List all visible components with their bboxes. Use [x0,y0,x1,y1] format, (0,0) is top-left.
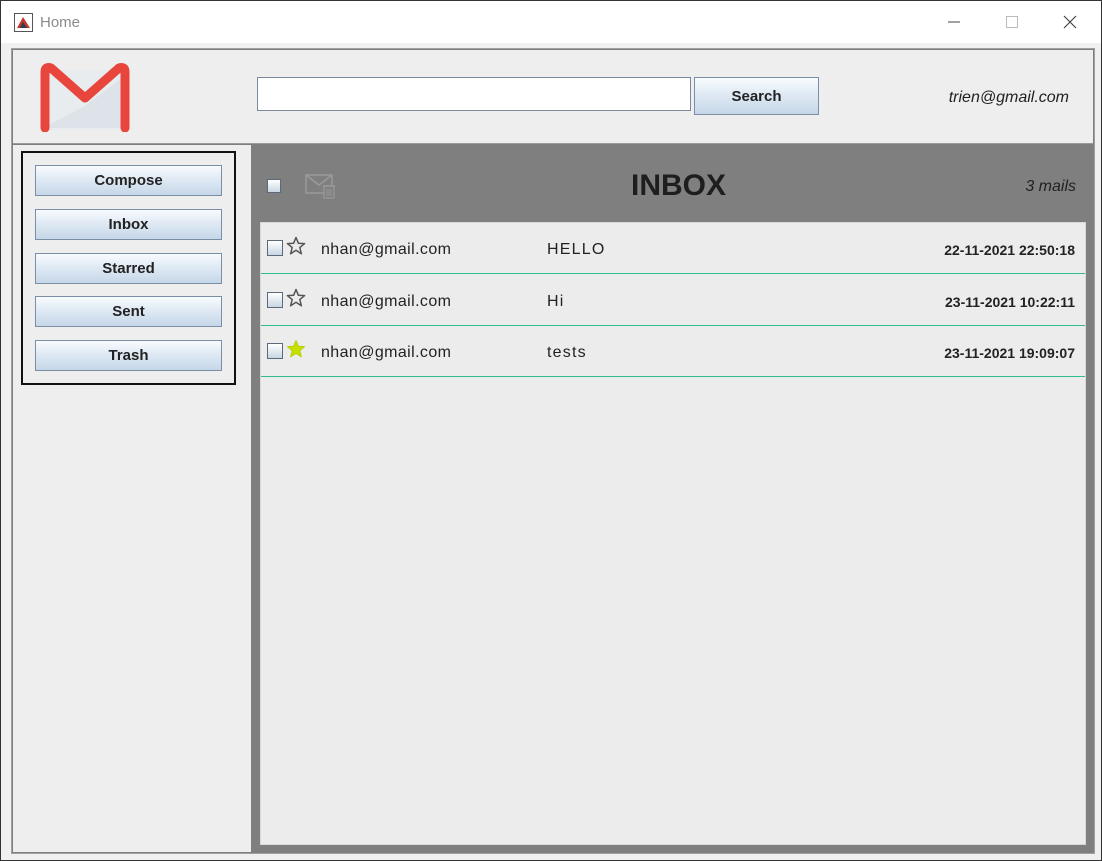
email-date: 22-11-2021 22:50:18 [944,242,1075,258]
star-outline-icon[interactable] [286,288,306,308]
inbox-panel: INBOX 3 mails nhan@gmail.com HELLO 22-11… [258,145,1094,852]
trash-button[interactable]: Trash [35,340,222,371]
star-outline-icon[interactable] [286,236,306,256]
email-subject: Hi [547,292,565,310]
starred-button[interactable]: Starred [35,253,222,284]
search-input[interactable] [257,77,691,111]
email-checkbox[interactable] [267,343,283,359]
email-row[interactable]: nhan@gmail.com tests 23-11-2021 19:09:07 [261,326,1085,377]
email-row[interactable]: nhan@gmail.com Hi 23-11-2021 10:22:11 [261,275,1085,326]
email-subject: HELLO [547,241,606,258]
inbox-header: INBOX 3 mails [258,145,1094,222]
email-checkbox[interactable] [267,291,283,308]
email-sender: nhan@gmail.com [321,292,452,310]
mail-count: 3 mails [1025,178,1076,195]
title-bar: Home [1,1,1101,43]
compose-button[interactable]: Compose [35,165,222,196]
app-header: Search trien@gmail.com [13,50,1093,144]
minimize-icon [948,21,960,23]
email-sender: nhan@gmail.com [321,344,452,361]
window-title: Home [40,14,81,31]
star-filled-icon[interactable] [286,339,306,359]
search-button[interactable]: Search [694,77,819,115]
email-date: 23-11-2021 10:22:11 [945,293,1075,310]
java-app-icon [14,13,33,32]
inbox-title: INBOX [631,169,727,202]
email-subject: tests [547,344,587,361]
gmail-logo-icon [40,63,130,132]
app-window: Home Search trien@gmail.com Compose Inbo… [0,0,1102,861]
email-row[interactable]: nhan@gmail.com HELLO 22-11-2021 22:50:18 [261,223,1085,274]
email-date: 23-11-2021 19:09:07 [944,345,1075,361]
inbox-button[interactable]: Inbox [35,209,222,240]
maximize-icon [1006,16,1018,28]
nav-menu: Compose Inbox Starred Sent Trash [21,151,236,385]
sidebar: Compose Inbox Starred Sent Trash [13,145,251,852]
minimize-button[interactable] [931,1,977,43]
delete-mail-icon[interactable] [305,172,337,200]
select-all-checkbox[interactable] [267,179,281,193]
maximize-button[interactable] [989,1,1035,43]
email-checkbox[interactable] [267,240,283,256]
user-email: trien@gmail.com [948,89,1069,106]
app-content: Search trien@gmail.com Compose Inbox Sta… [11,48,1095,854]
email-sender: nhan@gmail.com [321,241,452,258]
sent-button[interactable]: Sent [35,296,222,327]
list-scrollbar[interactable] [1086,222,1092,845]
close-icon [1063,15,1077,29]
close-button[interactable] [1047,1,1093,43]
email-list: nhan@gmail.com HELLO 22-11-2021 22:50:18… [260,222,1086,845]
